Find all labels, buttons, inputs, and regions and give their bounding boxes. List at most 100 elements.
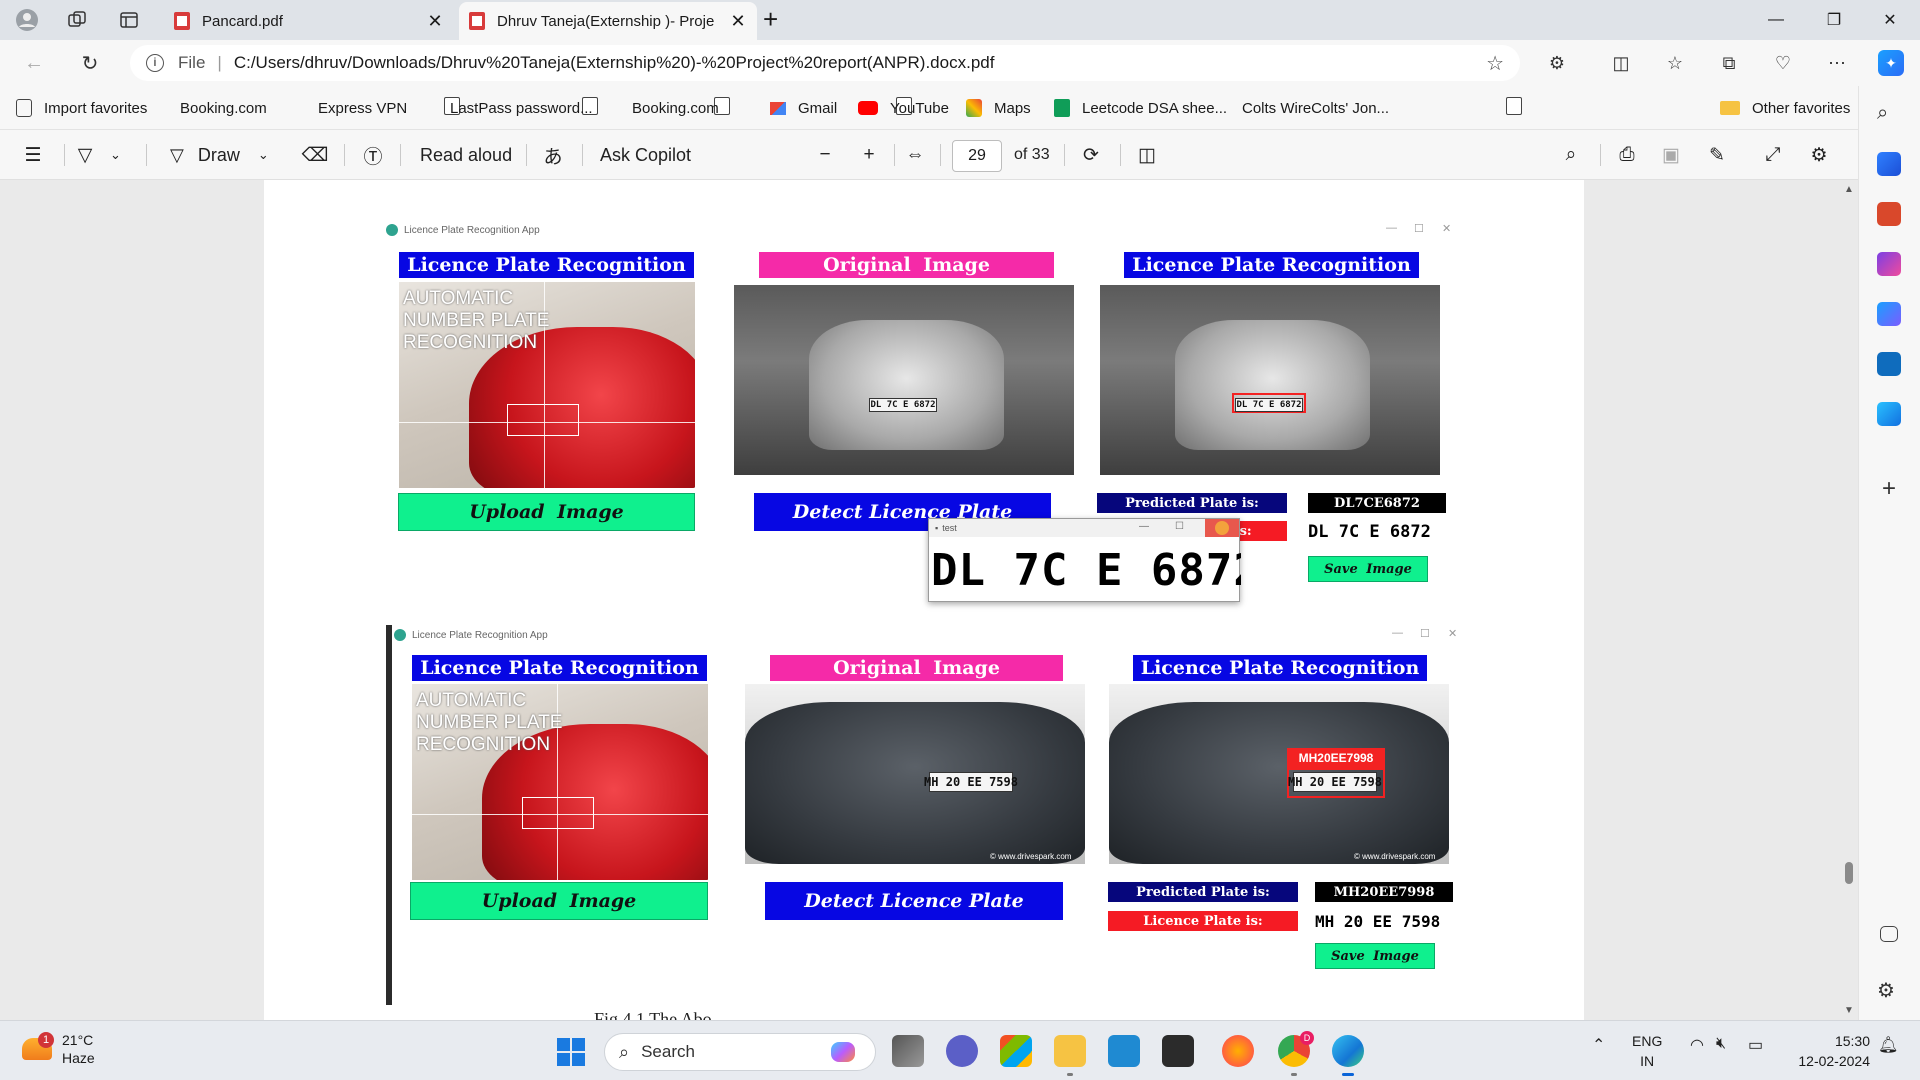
profile-icon[interactable] xyxy=(12,6,42,34)
taskbar-search[interactable]: ⌕ Search xyxy=(604,1033,876,1071)
language-indicator[interactable]: ENG IN xyxy=(1632,1031,1662,1071)
chrome-icon[interactable]: D xyxy=(1278,1031,1314,1076)
settings-gear-icon[interactable]: ⚙ xyxy=(1806,142,1832,168)
workspaces-icon[interactable] xyxy=(62,6,92,34)
sidebar-tag-icon[interactable] xyxy=(1877,152,1901,176)
fullscreen-icon[interactable]: ⤢ xyxy=(1760,142,1786,168)
scroll-down-icon[interactable]: ▼ xyxy=(1844,1005,1854,1016)
favorite-youtube[interactable]: YouTube xyxy=(858,97,949,119)
sidebar-games-icon[interactable] xyxy=(1877,252,1901,276)
task-view-icon[interactable] xyxy=(892,1035,924,1067)
app-window-titlebar: Licence Plate Recognition App — ☐ ✕ xyxy=(392,625,1460,645)
terminal-icon[interactable] xyxy=(1162,1035,1194,1067)
figure-caption: Fig 4.1 The Abo xyxy=(594,1009,712,1020)
edge-icon[interactable] xyxy=(1332,1035,1364,1076)
sidebar-search-icon[interactable]: ⌕ xyxy=(1877,102,1901,126)
url-text[interactable]: C:/Users/dhruv/Downloads/Dhruv%20Taneja(… xyxy=(234,53,995,73)
back-icon[interactable]: ← xyxy=(18,48,50,78)
table-of-contents-icon[interactable]: ☰ xyxy=(20,142,46,168)
minimize-button[interactable]: — xyxy=(1752,4,1800,36)
ask-copilot-button[interactable]: Ask Copilot xyxy=(600,142,691,168)
favorite-star-icon[interactable]: ☆ xyxy=(1486,51,1504,76)
sidebar-add-icon[interactable]: + xyxy=(1877,477,1901,502)
rotate-icon[interactable]: ⟳ xyxy=(1078,142,1104,168)
teams-meet-icon[interactable] xyxy=(946,1035,978,1067)
app-minimize-icon: — xyxy=(1392,627,1403,639)
volume-muted-icon[interactable]: 🔇︎ xyxy=(1716,1035,1726,1053)
tab-pancard[interactable]: Pancard.pdf ✕ xyxy=(164,2,454,40)
pdf-viewport[interactable]: Licence Plate Recognition App — ☐ ✕ Lice… xyxy=(0,180,1858,1020)
sidebar-microsoft365-icon[interactable] xyxy=(1877,302,1901,326)
zoom-out-icon[interactable]: − xyxy=(812,142,838,168)
draw-dropdown-icon[interactable]: ⌄ xyxy=(258,147,269,163)
close-window-button[interactable]: ✕ xyxy=(1866,4,1914,36)
favorite-gmail[interactable]: Gmail xyxy=(770,97,837,119)
more-menu-icon[interactable]: ⋯ xyxy=(1824,50,1850,76)
favorite-label: Gmail xyxy=(798,99,838,117)
new-tab-icon[interactable]: + xyxy=(763,6,778,32)
weather-widget[interactable]: 1 21°C Haze xyxy=(22,1031,95,1067)
copilot-icon[interactable]: ✦ xyxy=(1878,50,1904,76)
page-view-icon[interactable]: ◫ xyxy=(1134,142,1160,168)
tab-actions-icon[interactable] xyxy=(114,6,144,34)
draw-button[interactable]: ▽ Draw ⌄ xyxy=(170,142,269,168)
clock-time: 15:30 xyxy=(1834,1033,1870,1049)
zoom-in-icon[interactable]: + xyxy=(856,142,882,168)
favorite-booking-2[interactable]: Booking.com xyxy=(632,97,912,119)
firefox-icon[interactable] xyxy=(1222,1035,1254,1067)
favorite-lastpass[interactable]: LastPass password... xyxy=(450,97,730,119)
info-icon[interactable]: i xyxy=(146,54,164,72)
add-text-icon[interactable]: Ⓣ xyxy=(360,142,386,168)
favorite-import[interactable]: Import favorites xyxy=(16,97,147,119)
other-favorites[interactable]: Other favorites xyxy=(1720,97,1850,119)
highlight-icon[interactable]: ▽ xyxy=(72,142,98,168)
tab-project-report[interactable]: Dhruv Taneja(Externship )- Proje ✕ xyxy=(459,2,757,40)
close-tab-icon[interactable]: ✕ xyxy=(426,11,444,32)
car-plate: DL 7C E 6872 xyxy=(1235,398,1303,412)
collections-icon[interactable]: ⧉ xyxy=(1716,50,1742,76)
vertical-scrollbar[interactable]: ▲ ▼ xyxy=(1840,180,1858,1020)
extensions-icon[interactable]: ⚙ xyxy=(1544,50,1570,76)
favorite-leetcode[interactable]: Leetcode DSA shee... xyxy=(1054,97,1227,119)
search-icon[interactable]: ⌕ xyxy=(1558,142,1584,168)
language-top: ENG xyxy=(1632,1033,1663,1049)
battery-icon[interactable]: ▭ xyxy=(1748,1035,1763,1055)
scrollbar-thumb[interactable] xyxy=(1845,862,1853,884)
store-icon[interactable] xyxy=(1000,1035,1032,1067)
vscode-icon[interactable] xyxy=(1108,1035,1140,1067)
sidebar-settings-icon[interactable]: ⚙ xyxy=(1877,978,1901,1002)
save-as-icon[interactable]: ✎ xyxy=(1704,142,1730,168)
scroll-up-icon[interactable]: ▲ xyxy=(1844,184,1854,195)
read-aloud-button[interactable]: Read aloud xyxy=(420,142,512,168)
fit-to-page-icon[interactable]: ⇔ xyxy=(902,142,928,168)
address-bar[interactable]: i File | C:/Users/dhruv/Downloads/Dhruv%… xyxy=(130,45,1520,81)
print-icon[interactable]: ⎙ xyxy=(1614,142,1640,168)
eraser-icon[interactable]: ⌫ xyxy=(302,142,329,168)
sidebar-outlook-icon[interactable] xyxy=(1877,352,1901,376)
start-button[interactable] xyxy=(557,1038,585,1066)
file-explorer-icon[interactable] xyxy=(1054,1035,1086,1076)
wifi-icon[interactable]: ◠ xyxy=(1690,1035,1704,1055)
predicted-plate-label: Predicted Plate is: xyxy=(1097,493,1287,513)
favorite-booking[interactable]: Booking.com xyxy=(180,97,460,119)
sidebar-send-icon[interactable] xyxy=(1877,402,1901,426)
favorite-colts[interactable]: Colts WireColts' Jon... xyxy=(1242,97,1522,119)
sidebar-panel-icon[interactable] xyxy=(1880,926,1898,942)
translate-icon[interactable]: あ xyxy=(540,142,566,168)
favorite-expressvpn[interactable]: Express VPN xyxy=(318,97,598,119)
sidebar-toolbox-icon[interactable] xyxy=(1877,202,1901,226)
page-number-input[interactable]: 29 xyxy=(952,140,1002,172)
refresh-icon[interactable]: ↻ xyxy=(74,48,106,78)
favorites-icon[interactable]: ☆ xyxy=(1662,50,1688,76)
notification-bell-icon[interactable]: 🔔︎ xyxy=(1878,1035,1898,1055)
page-total: of 33 xyxy=(1014,146,1050,163)
favorite-maps[interactable]: Maps xyxy=(966,97,1031,119)
browser-essentials-icon[interactable]: ♡ xyxy=(1770,50,1796,76)
clock[interactable]: 15:30 12-02-2024 xyxy=(1786,1031,1870,1071)
close-tab-icon[interactable]: ✕ xyxy=(729,11,747,32)
save-icon[interactable]: ▣ xyxy=(1658,142,1684,168)
highlight-dropdown-icon[interactable]: ⌄ xyxy=(110,142,121,168)
split-screen-icon[interactable]: ◫ xyxy=(1608,50,1634,76)
show-hidden-icons-icon[interactable]: ⌃ xyxy=(1592,1035,1605,1055)
restore-button[interactable]: ❐ xyxy=(1810,4,1858,36)
